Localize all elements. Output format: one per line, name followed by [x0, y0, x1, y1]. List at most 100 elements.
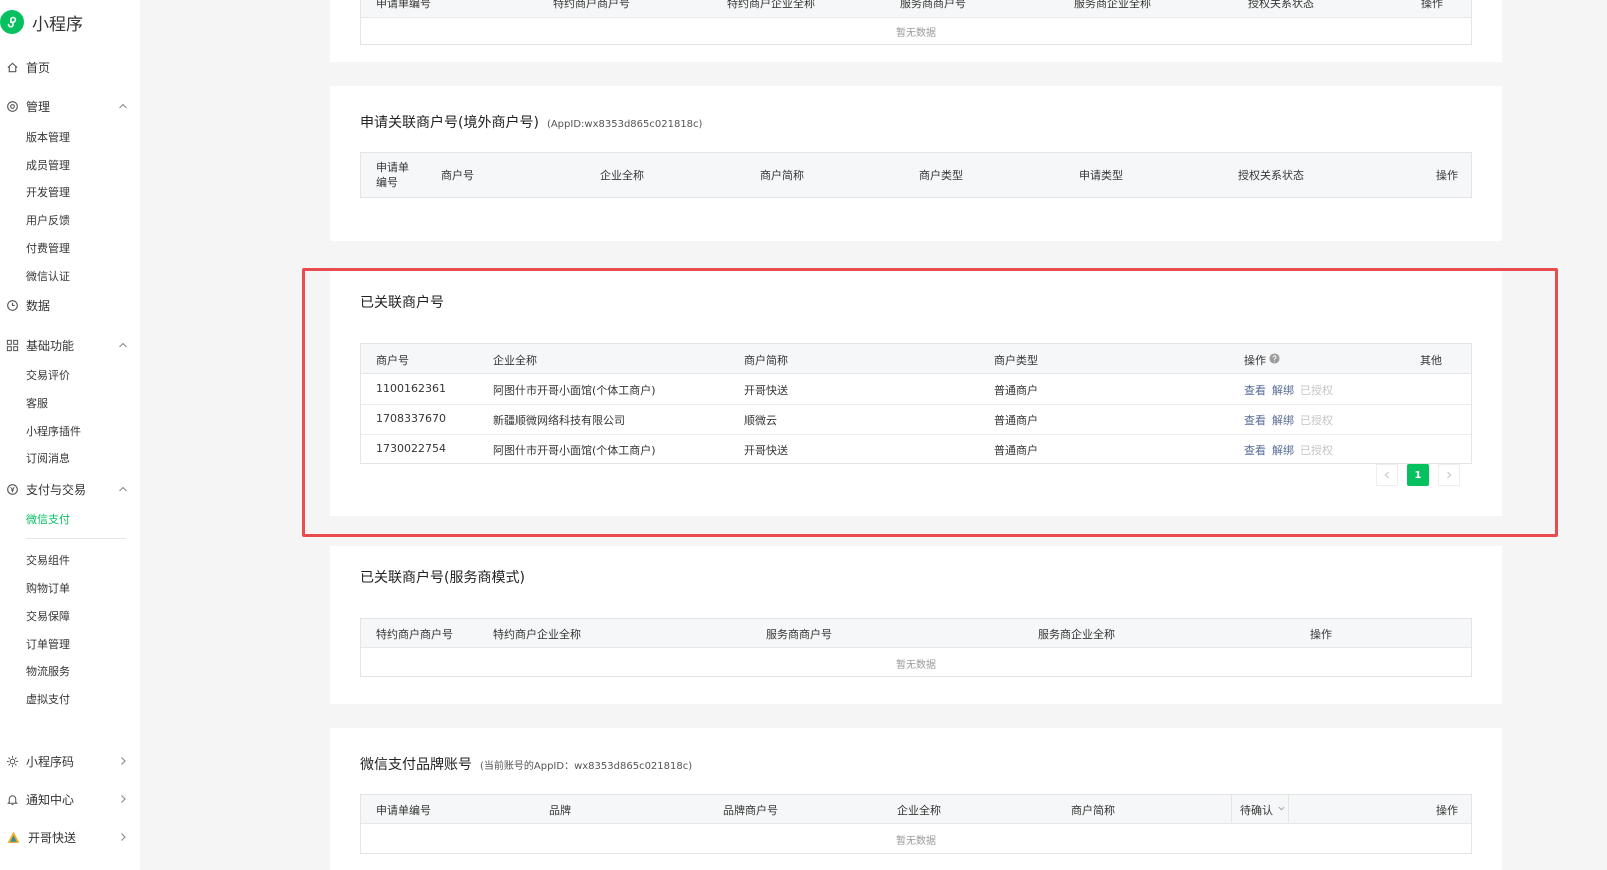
nav-item-plugin[interactable]: 小程序插件 [26, 423, 81, 439]
nav-basic-label: 基础功能 [26, 339, 75, 353]
col-header: 操作 [1421, 0, 1443, 10]
nav-item-cs[interactable]: 客服 [26, 395, 48, 411]
miniprogram-logo-icon [0, 10, 24, 34]
col-header: 特约商户商户号 [553, 0, 630, 10]
chevron-right-icon[interactable] [118, 794, 128, 804]
empty-text: 暂无数据 [896, 836, 936, 847]
col-header: 授权关系状态 [1238, 169, 1304, 182]
nav-account[interactable]: 开哥快送 [6, 829, 76, 846]
chevron-up-icon[interactable] [118, 101, 128, 111]
nav-pay[interactable]: 支付与交易 [6, 481, 86, 498]
col-header: 服务商商户号 [766, 628, 832, 641]
nav-item-members[interactable]: 成员管理 [26, 157, 70, 173]
app-logo[interactable]: 小程序 [0, 8, 83, 36]
account-avatar-icon [7, 831, 20, 843]
nav-item-version[interactable]: 版本管理 [26, 129, 70, 145]
col-header: 操作 [1436, 169, 1458, 182]
nav-qrcode-label: 小程序码 [26, 755, 75, 769]
table-header: 申请单编号 商户号 企业全称 商户简称 商户类型 申请类型 授权关系状态 操作 [361, 153, 1471, 197]
sun-icon [6, 755, 19, 768]
card-applications: 申请单编号 特约商户商户号 特约商户企业全称 服务商商户号 服务商企业全称 授权… [330, 0, 1502, 62]
nav-item-orders[interactable]: 购物订单 [26, 580, 70, 596]
nav-item-dev[interactable]: 开发管理 [26, 184, 70, 200]
nav-item-guarantee[interactable]: 交易保障 [26, 608, 70, 624]
home-icon [7, 62, 18, 73]
col-header: 企业全称 [897, 804, 941, 817]
nav-item-subscribe[interactable]: 订阅消息 [26, 450, 70, 466]
overseas-title: 申请关联商户号(境外商户号) [360, 115, 539, 131]
service-table: 特约商户商户号 特约商户企业全称 服务商商户号 服务商企业全称 操作 暂无数据 [360, 618, 1472, 677]
col-header: 企业全称 [600, 169, 644, 182]
app-title: 小程序 [32, 14, 83, 35]
section-title: 申请关联商户号(境外商户号) (AppID:wx8353d865c021818c) [360, 112, 702, 132]
nav-item-billing[interactable]: 付费管理 [26, 240, 70, 256]
card-brand: 微信支付品牌账号 (当前账号的AppID：wx8353d865c021818c) … [330, 728, 1502, 870]
col-header: 申请单编号 [376, 804, 431, 817]
col-header: 商户简称 [1071, 804, 1115, 817]
col-header: 申请单编号 [376, 0, 431, 10]
nav-notify-label: 通知中心 [26, 793, 75, 807]
col-header: 服务商商户号 [900, 0, 966, 10]
nav-item-virtual-pay[interactable]: 虚拟支付 [26, 691, 70, 707]
col-header: 操作 [1436, 804, 1458, 817]
section-title: 微信支付品牌账号 (当前账号的AppID：wx8353d865c021818c) [360, 754, 692, 774]
chevron-up-icon[interactable] [118, 340, 128, 350]
nav-item-logistics[interactable]: 物流服务 [26, 663, 70, 679]
empty-text: 暂无数据 [896, 28, 936, 39]
col-header: 申请类型 [1079, 169, 1123, 182]
col-header: 特约商户企业全称 [493, 628, 581, 641]
nav-item-trade-component[interactable]: 交易组件 [26, 552, 70, 568]
caret-down-icon [1278, 806, 1285, 811]
nav-qrcode[interactable]: 小程序码 [6, 753, 74, 770]
col-header: 商户简称 [760, 169, 804, 182]
col-header: 品牌 [549, 804, 571, 817]
nav-manage-label: 管理 [26, 100, 51, 114]
nav-account-label: 开哥快送 [28, 831, 77, 845]
col-header: 操作 [1310, 628, 1332, 641]
nav-home[interactable]: 首页 [6, 59, 50, 76]
nav-home-label: 首页 [26, 61, 51, 75]
scroll-fade [0, 722, 140, 736]
nav-pay-label: 支付与交易 [26, 483, 87, 497]
chevron-up-icon[interactable] [118, 484, 128, 494]
bell-icon [7, 795, 18, 806]
nav-basic[interactable]: 基础功能 [6, 337, 74, 354]
chevron-right-icon[interactable] [118, 832, 128, 842]
clock-icon [7, 300, 18, 311]
col-header: 申请单编号 [376, 161, 409, 189]
table-header: 特约商户商户号 特约商户企业全称 服务商商户号 服务商企业全称 操作 [361, 619, 1471, 648]
col-header: 商户号 [441, 169, 474, 182]
nav-item-wechatpay[interactable]: 微信支付 [26, 511, 70, 527]
empty-text: 暂无数据 [896, 660, 936, 671]
nav-data[interactable]: 数据 [6, 297, 50, 314]
brand-table: 申请单编号 品牌 品牌商户号 企业全称 商户简称 待确认 操作 暂无数据 [360, 794, 1472, 854]
nav-manage[interactable]: 管理 [6, 98, 50, 115]
brand-title: 微信支付品牌账号 [360, 757, 472, 773]
col-header: 品牌商户号 [723, 804, 778, 817]
brand-appid: (当前账号的AppID：wx8353d865c021818c) [480, 761, 693, 772]
col-header: 特约商户商户号 [376, 628, 453, 641]
service-title: 已关联商户号(服务商模式) [360, 570, 525, 586]
nav-item-verify[interactable]: 微信认证 [26, 268, 70, 284]
nav-divider [26, 538, 126, 539]
nav-notify[interactable]: 通知中心 [6, 791, 74, 808]
col-header: 商户类型 [919, 169, 963, 182]
nav-item-review[interactable]: 交易评价 [26, 367, 70, 383]
nav-item-feedback[interactable]: 用户反馈 [26, 212, 70, 228]
grid-icon [6, 339, 19, 352]
overseas-table: 申请单编号 商户号 企业全称 商户简称 商户类型 申请类型 授权关系状态 操作 [360, 152, 1472, 198]
nav-item-order-manage[interactable]: 订单管理 [26, 636, 70, 652]
chevron-right-icon[interactable] [118, 756, 128, 766]
sidebar: 小程序 首页 管理 版本管理 成员管理 开发管理 用户反馈 付费管理 微信认证 … [0, 0, 140, 870]
card-service-mode: 已关联商户号(服务商模式) 特约商户商户号 特约商户企业全称 服务商商户号 服务… [330, 546, 1502, 704]
table-header: 申请单编号 特约商户商户号 特约商户企业全称 服务商商户号 服务商企业全称 授权… [361, 0, 1471, 18]
settings-icon [7, 101, 18, 112]
nav-data-label: 数据 [26, 299, 51, 313]
yuan-circle-icon [7, 484, 18, 495]
col-header: 特约商户企业全称 [727, 0, 815, 10]
col-header: 授权关系状态 [1248, 0, 1314, 10]
col-header: 服务商企业全称 [1074, 0, 1151, 10]
status-filter-value: 待确认 [1240, 804, 1273, 817]
overseas-appid: (AppID:wx8353d865c021818c) [546, 119, 703, 130]
status-filter-dropdown[interactable]: 待确认 [1231, 795, 1289, 822]
